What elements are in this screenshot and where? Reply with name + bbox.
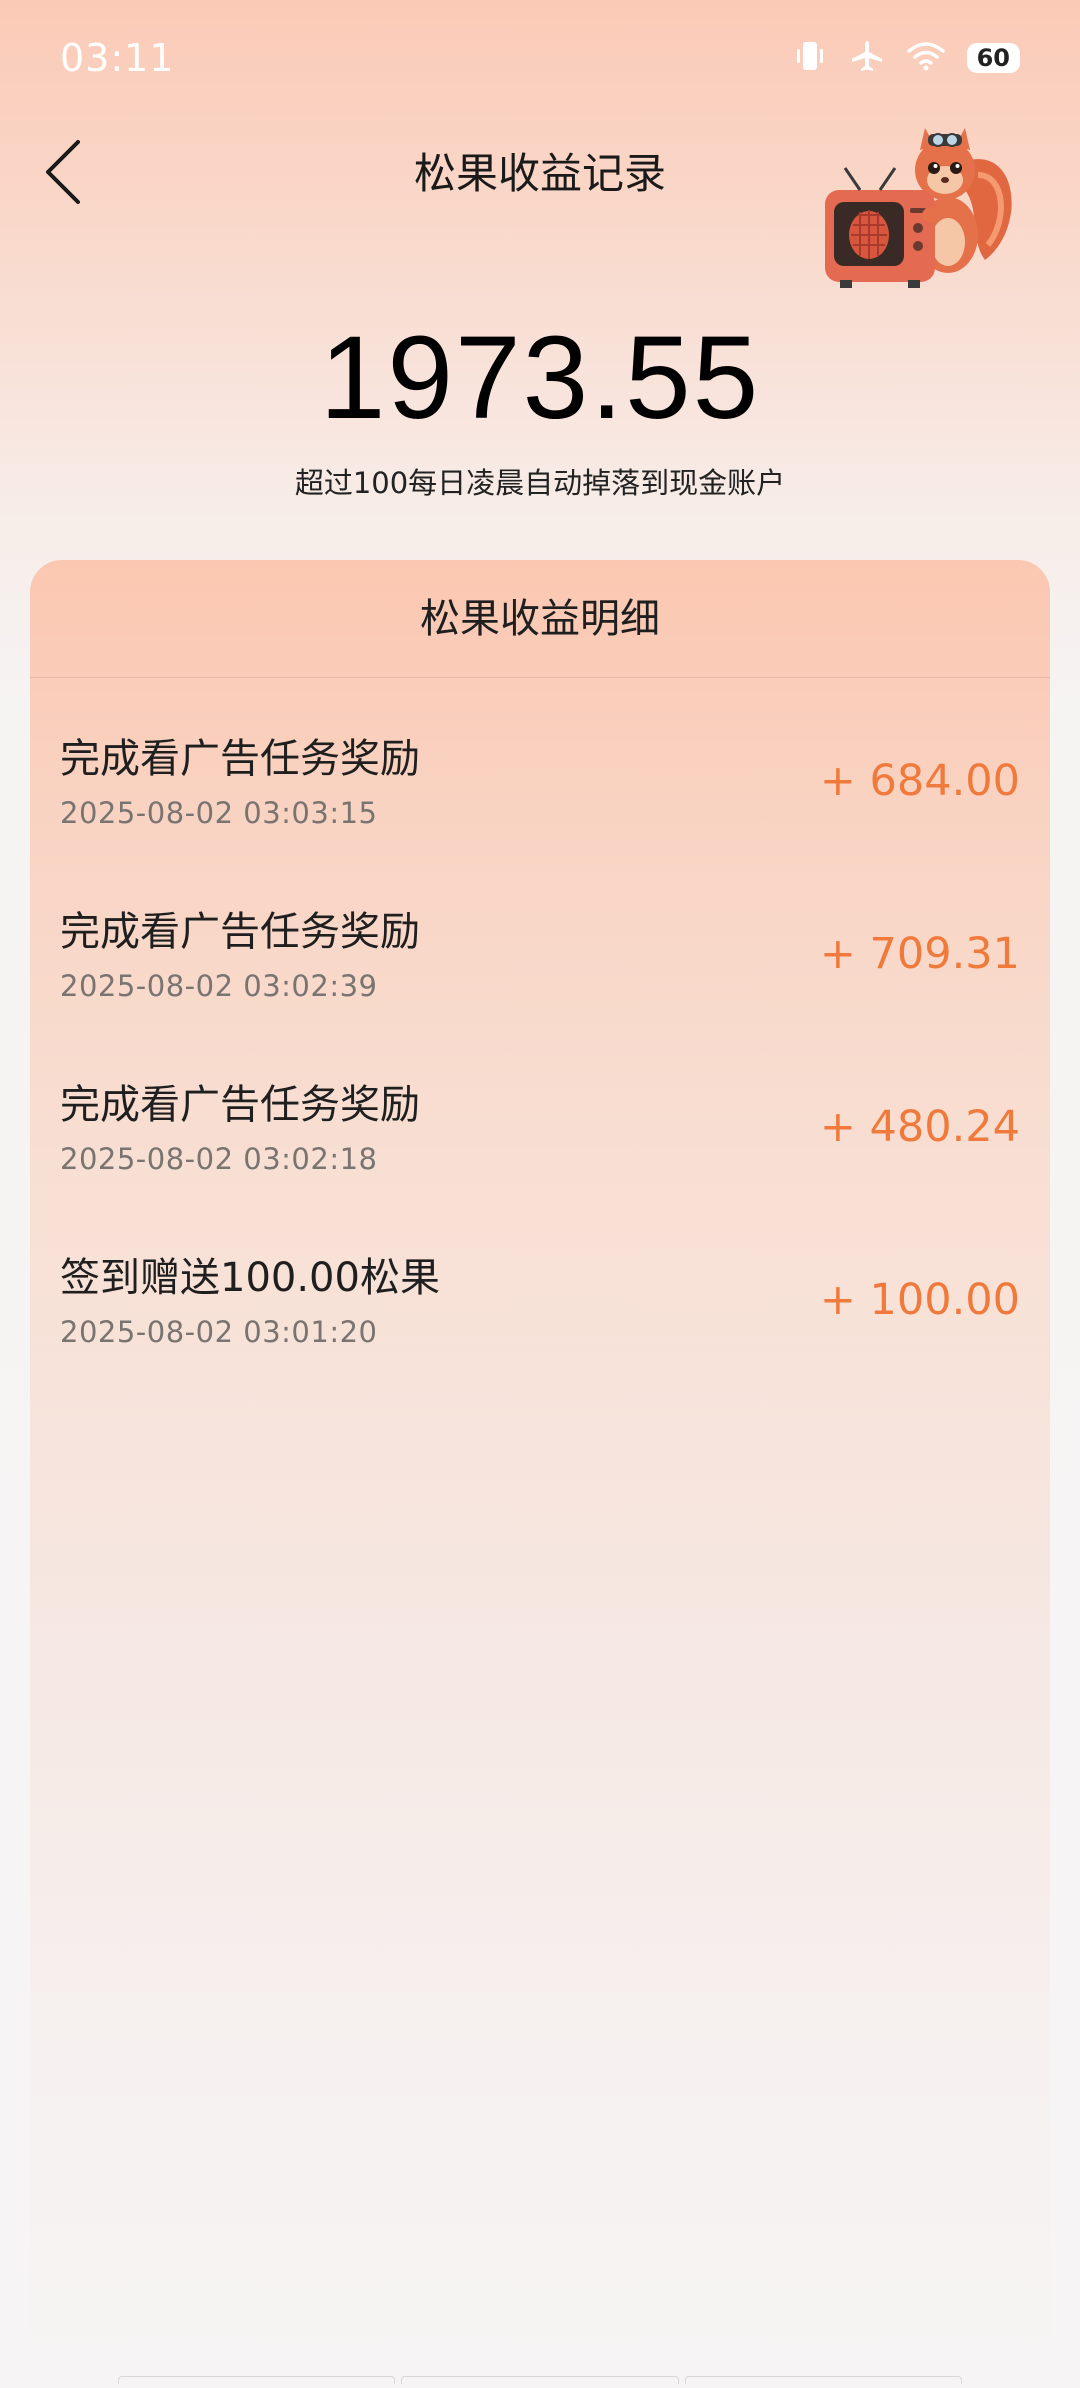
card-title: 松果收益明细 — [30, 560, 1050, 678]
battery-icon: 60 — [966, 43, 1020, 73]
status-time: 03:11 — [60, 36, 175, 80]
bottom-segment — [118, 2376, 396, 2384]
record-amount: + 480.24 — [819, 1102, 1020, 1152]
record-time: 2025-08-02 03:02:18 — [60, 1142, 378, 1176]
list-item: 完成看广告任务奖励 2025-08-02 03:02:18 + 480.24 — [30, 1024, 1050, 1197]
list-item: 完成看广告任务奖励 2025-08-02 03:02:39 + 709.31 — [30, 851, 1050, 1024]
record-time: 2025-08-02 03:02:39 — [60, 969, 378, 1003]
status-icons: 60 — [793, 38, 1020, 78]
bottom-gesture-bar — [118, 2376, 962, 2384]
record-title: 完成看广告任务奖励 — [60, 1082, 420, 1128]
bottom-segment — [401, 2376, 679, 2384]
bottom-segment — [684, 2376, 962, 2384]
airplane-icon — [849, 38, 885, 78]
vibrate-icon — [793, 39, 827, 77]
record-time: 2025-08-02 03:03:15 — [60, 796, 378, 830]
wifi-icon — [906, 41, 945, 75]
list-item: 签到赠送100.00松果 2025-08-02 03:01:20 + 100.0… — [30, 1197, 1050, 1370]
income-detail-card: 松果收益明细 完成看广告任务奖励 2025-08-02 03:03:15 + 6… — [30, 560, 1050, 2388]
record-list: 完成看广告任务奖励 2025-08-02 03:03:15 + 684.00 完… — [30, 678, 1050, 1370]
list-item: 完成看广告任务奖励 2025-08-02 03:03:15 + 684.00 — [30, 678, 1050, 851]
record-title: 签到赠送100.00松果 — [60, 1255, 440, 1301]
balance-amount: 1973.55 — [319, 312, 761, 444]
status-bar: 03:11 60 — [0, 0, 1080, 120]
record-amount: + 709.31 — [819, 929, 1020, 979]
record-time: 2025-08-02 03:01:20 — [60, 1315, 378, 1349]
record-amount: + 100.00 — [819, 1275, 1020, 1325]
record-amount: + 684.00 — [819, 756, 1020, 806]
balance-note: 超过100每日凌晨自动掉落到现金账户 — [294, 466, 786, 500]
record-title: 完成看广告任务奖励 — [60, 909, 420, 955]
squirrel-tv-mascot — [820, 120, 1020, 290]
record-title: 完成看广告任务奖励 — [60, 736, 420, 782]
